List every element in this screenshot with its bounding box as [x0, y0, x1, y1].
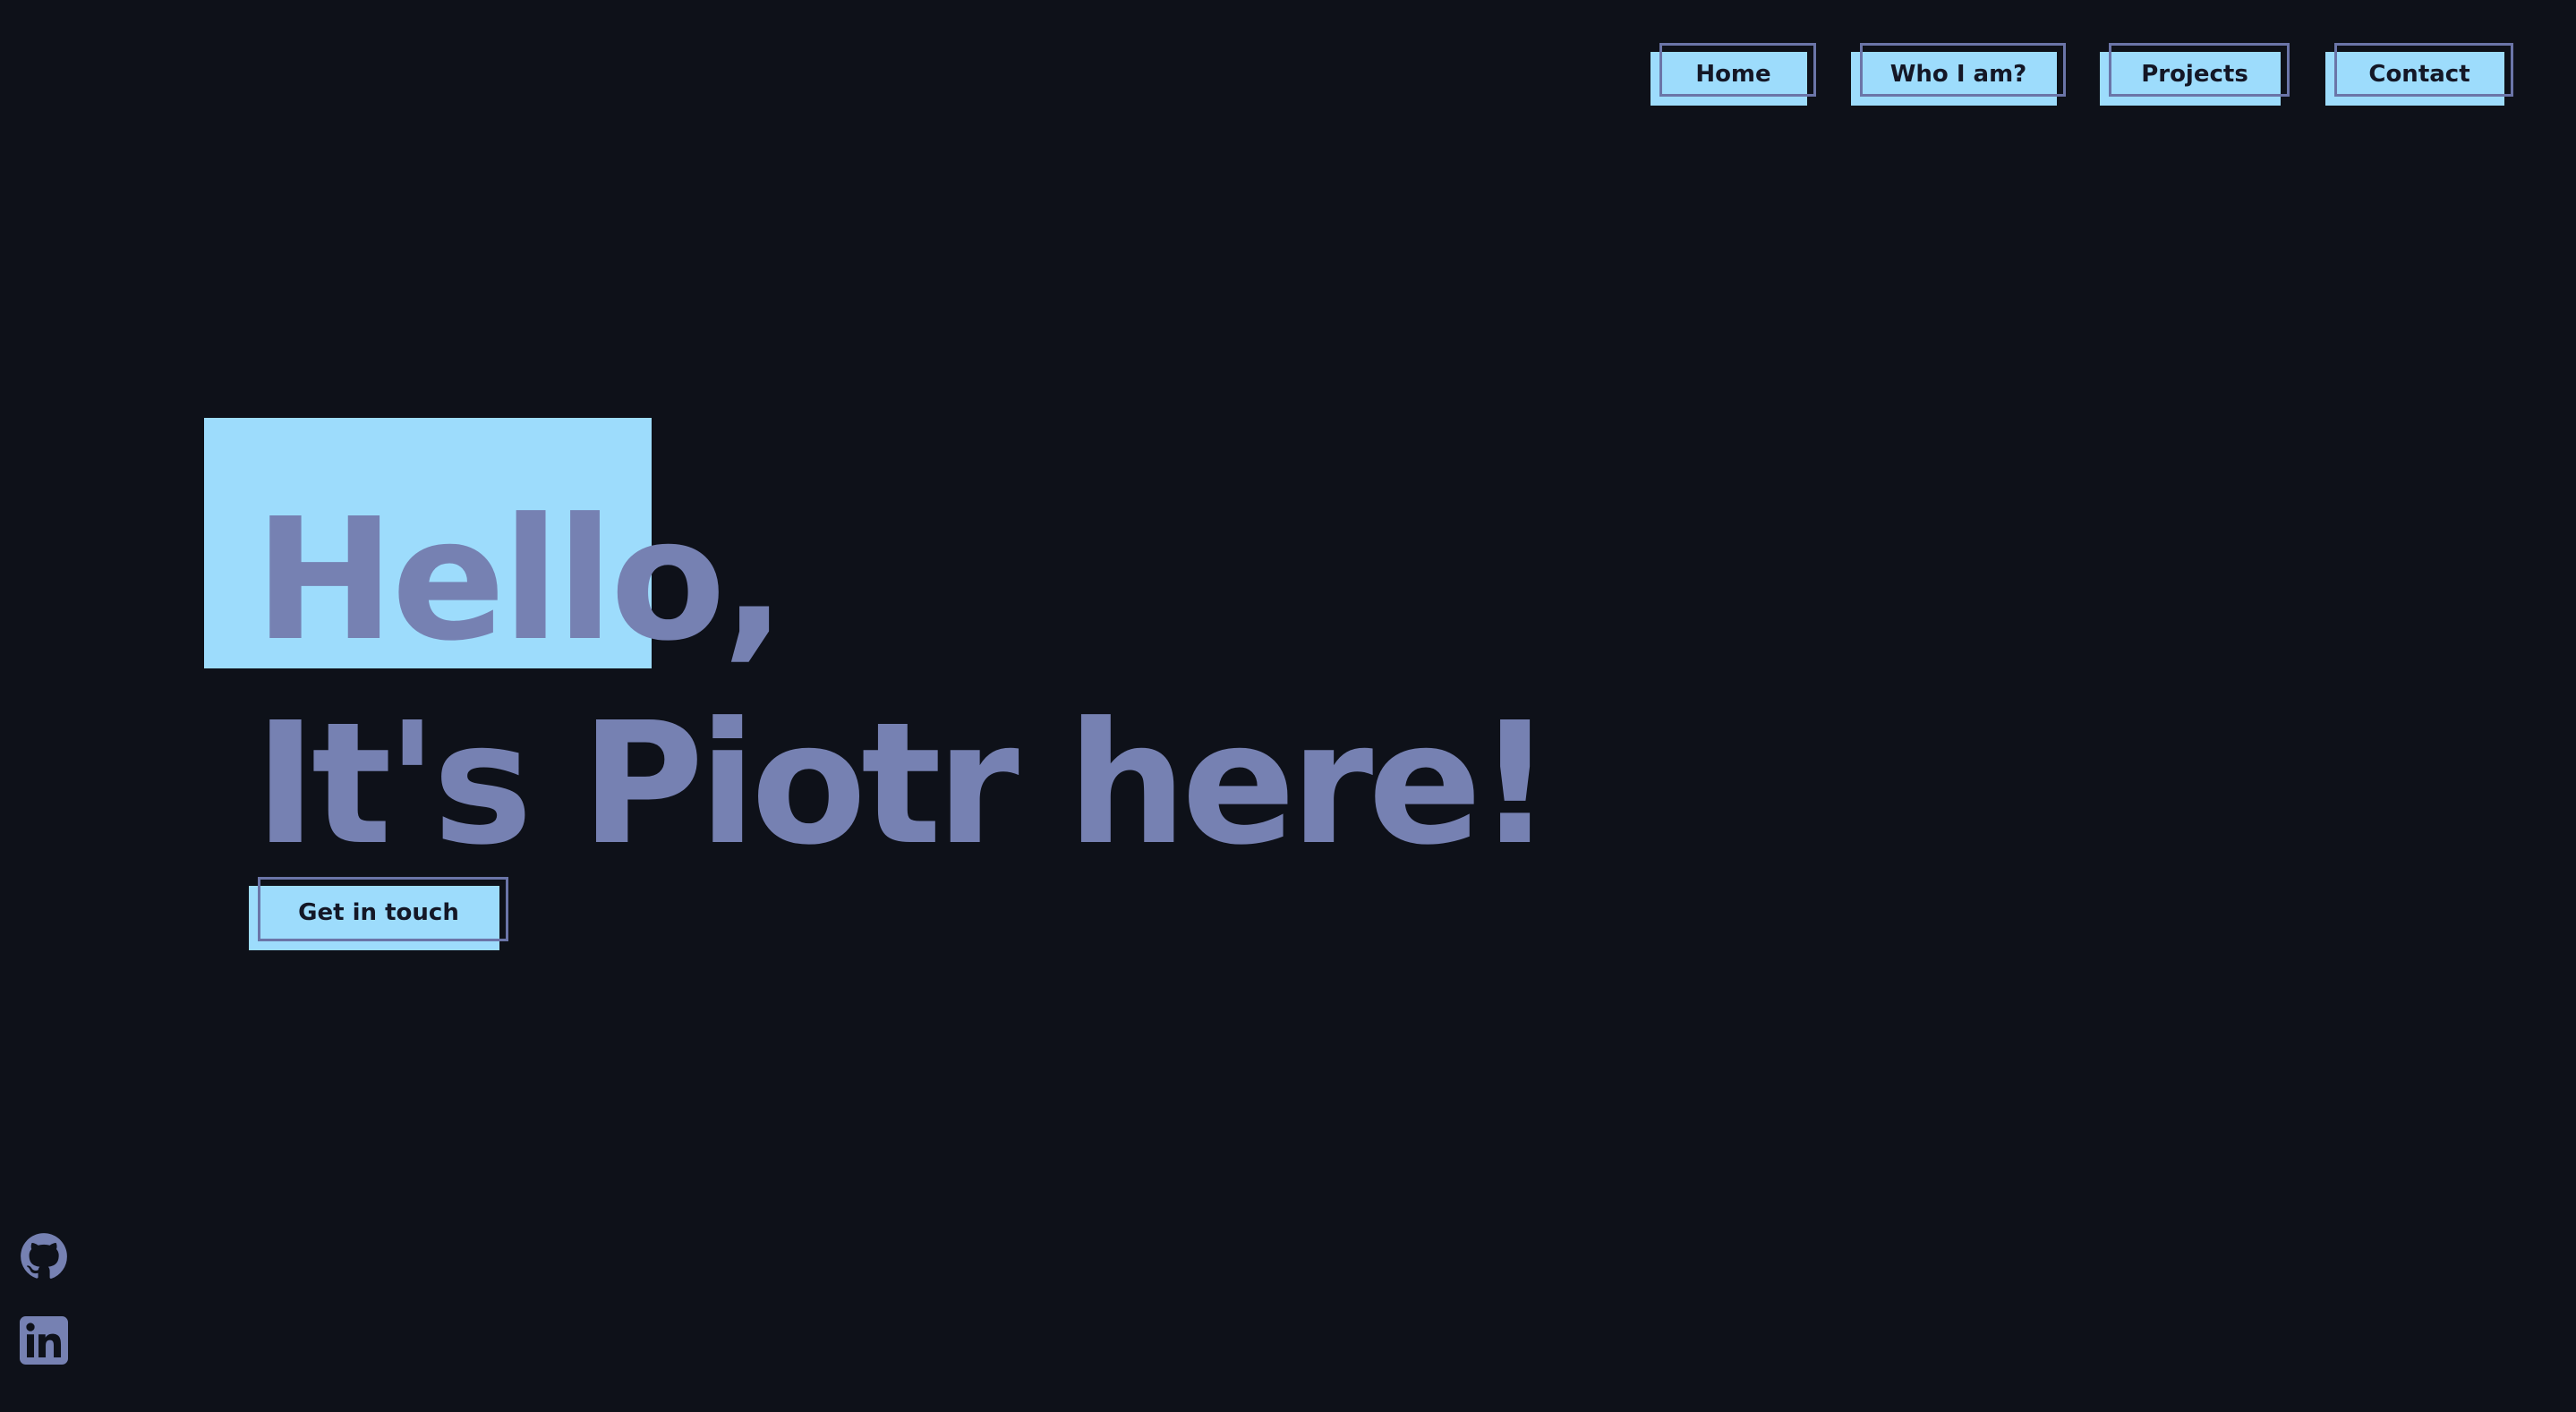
nav-home-label: Home: [1695, 61, 1771, 88]
nav-projects-button[interactable]: Projects: [2100, 43, 2290, 106]
nav-contact-button[interactable]: Contact: [2325, 43, 2513, 106]
get-in-touch-button[interactable]: Get in touch: [249, 877, 508, 950]
linkedin-icon-graphic: [20, 1316, 68, 1365]
linkedin-icon[interactable]: [20, 1316, 68, 1365]
nav-who-i-am-label: Who I am?: [1889, 61, 2027, 88]
hero-intro: It's Piotr here!: [254, 686, 1553, 882]
github-icon-graphic: [21, 1233, 67, 1279]
hero-greeting: Hello,: [254, 482, 786, 678]
nav-who-i-am-button[interactable]: Who I am?: [1851, 43, 2066, 106]
get-in-touch-label: Get in touch: [298, 899, 459, 926]
nav-contact-label: Contact: [2368, 61, 2470, 88]
nav-home-button[interactable]: Home: [1651, 43, 1816, 106]
github-icon[interactable]: [20, 1232, 68, 1280]
nav-projects-label: Projects: [2141, 61, 2248, 88]
